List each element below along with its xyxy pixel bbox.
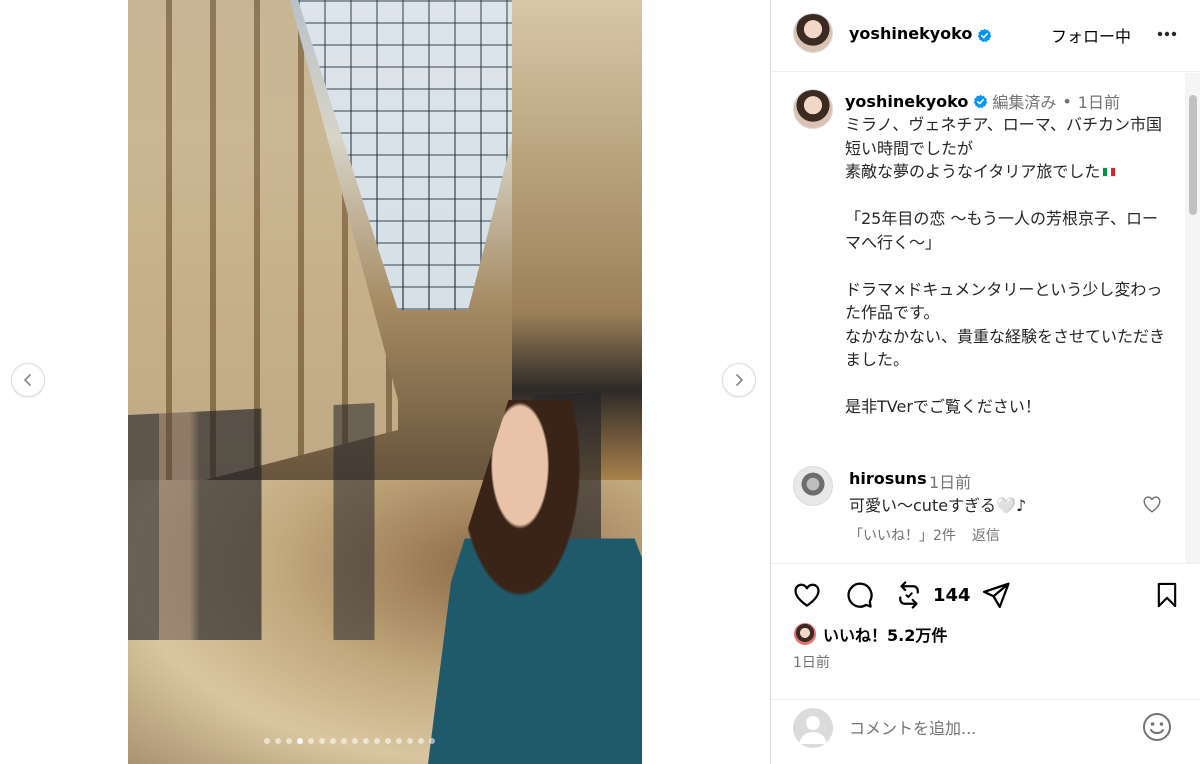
- commenter-avatar[interactable]: [793, 466, 833, 506]
- caption-line: なかなかない、貴重な経験をさせていただきました。: [845, 326, 1166, 370]
- caption-line: [845, 254, 1170, 278]
- post-actions: 144 いいね！5.2万件 1日前: [771, 563, 1200, 699]
- slide-indicator: [264, 738, 435, 744]
- slide-dot: [429, 738, 435, 744]
- verified-badge: [972, 26, 992, 45]
- caption-line: [845, 372, 1170, 396]
- emoji-icon[interactable]: [1141, 711, 1173, 743]
- caption-line: 「25年目の恋 〜もう一人の芳根京子、ローマへ行く〜」: [845, 209, 1158, 252]
- repost-icon: [899, 581, 919, 609]
- caption-line-text: 素敵な夢のようなイタリア旅でした: [845, 162, 1101, 181]
- likes-summary[interactable]: いいね！5.2万件: [793, 622, 947, 646]
- likes-count[interactable]: いいね！5.2万件: [823, 622, 947, 646]
- media-area: [0, 0, 770, 764]
- comments-scrollbar[interactable]: [1185, 73, 1200, 563]
- commenter-username[interactable]: hirosuns: [849, 469, 927, 488]
- author-avatar[interactable]: [793, 13, 833, 53]
- post-side-panel: yoshinekyoko フォロー中 yoshinekyoko 編集済み • 1…: [770, 0, 1200, 764]
- slide-dot: [341, 738, 347, 744]
- comment-time[interactable]: 1日前: [929, 469, 971, 493]
- comments-section[interactable]: yoshinekyoko 編集済み • 1日前 ミラノ、ヴェネチア、ローマ、バチ…: [771, 73, 1185, 563]
- caption-line: 素敵な夢のようなイタリア旅でした: [845, 160, 1170, 184]
- chevron-right-icon: [736, 374, 743, 386]
- next-slide-button[interactable]: [723, 364, 755, 396]
- comment-icon: [847, 582, 873, 608]
- caption-username[interactable]: yoshinekyoko: [845, 92, 968, 111]
- caption-line: 短い時間でしたが: [845, 138, 974, 158]
- default-avatar-icon: [799, 716, 827, 744]
- caption-line: 是非TVerでご覧ください！: [845, 397, 1041, 416]
- current-user-avatar: [793, 708, 833, 748]
- slide-dot: [319, 738, 325, 744]
- like-button[interactable]: [791, 579, 823, 611]
- reply-button[interactable]: 返信: [972, 525, 1000, 545]
- chevron-left-icon: [24, 374, 31, 386]
- caption-header: yoshinekyoko 編集済み • 1日前: [845, 89, 1120, 113]
- slide-dot: [407, 738, 413, 744]
- comment-likes-count[interactable]: 「いいね！」2件: [849, 525, 956, 545]
- post-header: yoshinekyoko フォロー中: [771, 0, 1200, 72]
- verified-icon: [974, 94, 988, 108]
- verified-icon: [977, 28, 992, 43]
- heart-icon: [794, 583, 820, 607]
- italy-flag-icon: [1102, 167, 1117, 177]
- slide-dot: [297, 738, 303, 744]
- more-options-button[interactable]: [1153, 22, 1181, 46]
- caption-line: [845, 184, 1170, 208]
- slide-dot: [286, 738, 292, 744]
- scrollbar-thumb[interactable]: [1189, 95, 1197, 215]
- slide-dot: [330, 738, 336, 744]
- slide-dot: [396, 738, 402, 744]
- author-username[interactable]: yoshinekyoko: [849, 24, 972, 43]
- add-comment-bar: [771, 699, 1200, 764]
- comment-meta: 「いいね！」2件 返信: [849, 525, 1000, 545]
- caption-line: ミラノ、ヴェネチア、ローマ、バチカン市国: [845, 115, 1162, 134]
- edited-label: 編集済み: [992, 93, 1057, 112]
- repost-button[interactable]: [893, 579, 925, 611]
- caption-author-avatar[interactable]: [793, 89, 833, 129]
- slide-dot: [264, 738, 270, 744]
- bookmark-icon: [1157, 582, 1177, 608]
- separator-dot: •: [1062, 91, 1072, 111]
- share-button[interactable]: [980, 579, 1012, 611]
- slide-dot: [308, 738, 314, 744]
- send-icon: [983, 582, 1010, 608]
- caption-line: ドラマ×ドキュメンタリーという少し変わった作品です。: [845, 279, 1163, 323]
- comment-input[interactable]: [849, 715, 1129, 741]
- more-horizontal-icon: [1157, 31, 1177, 37]
- slide-dot: [275, 738, 281, 744]
- repost-count: 144: [933, 585, 971, 606]
- comment-like-icon[interactable]: [1141, 493, 1163, 515]
- liker-avatar: [793, 622, 817, 646]
- save-button[interactable]: [1151, 579, 1183, 611]
- slide-dot: [385, 738, 391, 744]
- comment-text: 可愛い〜cuteすぎる🤍♪: [849, 496, 1027, 515]
- post-photo[interactable]: [128, 0, 642, 764]
- slide-dot: [374, 738, 380, 744]
- slide-dot: [363, 738, 369, 744]
- caption-text: ミラノ、ヴェネチア、ローマ、バチカン市国 短い時間でしたが 素敵な夢のようなイタ…: [845, 113, 1170, 419]
- slide-dot: [352, 738, 358, 744]
- caption-time[interactable]: 1日前: [1078, 89, 1120, 113]
- previous-slide-button[interactable]: [12, 364, 44, 396]
- slide-dot: [418, 738, 424, 744]
- comment-button[interactable]: [843, 579, 875, 611]
- following-button[interactable]: フォロー中: [1051, 23, 1131, 47]
- post-timestamp[interactable]: 1日前: [793, 652, 830, 672]
